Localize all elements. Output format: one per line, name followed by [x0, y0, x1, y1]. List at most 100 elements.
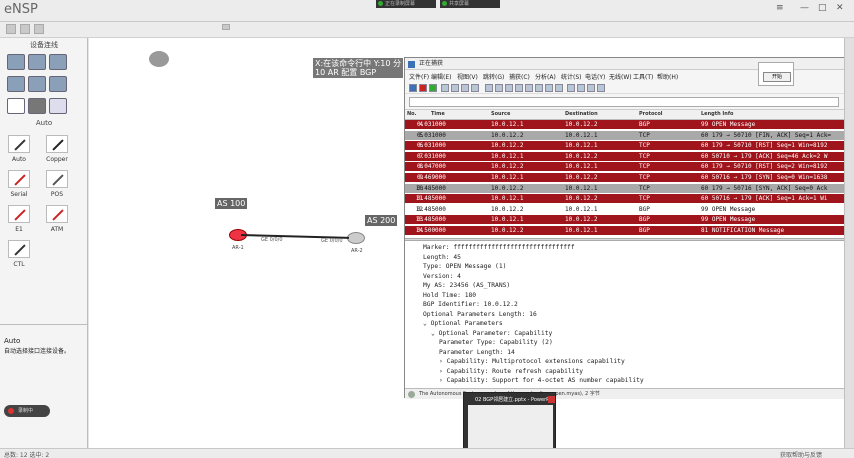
- firewall-category-icon[interactable]: [7, 76, 25, 92]
- cable-e1[interactable]: E1: [4, 205, 34, 233]
- canvas-annotation[interactable]: X:在该命令行中 Y:10 分 10 AR 配置 BGP: [313, 58, 403, 78]
- pc-category-icon[interactable]: [7, 98, 25, 114]
- packet-row[interactable]: 9 0.469000 10.0.12.1 10.0.12.2 TCP 60 50716 →…: [405, 173, 854, 182]
- pane-divider[interactable]: [405, 238, 854, 241]
- packet-row[interactable]: 12 0.485000 10.0.12.2 10.0.12.1 BGP 99 OPEN M…: [405, 204, 854, 214]
- terminal-category-icon[interactable]: [28, 76, 46, 92]
- menu-help[interactable]: 帮助(H): [657, 72, 678, 81]
- packet-row[interactable]: 6 0.031000 10.0.12.2 10.0.12.1 TCP 60 179 → 5…: [405, 141, 854, 151]
- other-category-icon[interactable]: [49, 76, 67, 92]
- restart-capture-icon[interactable]: [429, 84, 437, 92]
- recording-tab[interactable]: 正在录制屏幕: [376, 0, 436, 8]
- cable-pos[interactable]: POS: [42, 170, 72, 198]
- packet-row[interactable]: 13 0.485000 10.0.12.1 10.0.12.2 BGP 99 OPEN M…: [405, 215, 854, 225]
- go-to-packet-icon[interactable]: [515, 84, 523, 92]
- last-packet-icon[interactable]: [535, 84, 543, 92]
- reload-icon[interactable]: [471, 84, 479, 92]
- help-feedback-link[interactable]: 获取帮助与反馈: [780, 450, 822, 458]
- go-forward-icon[interactable]: [505, 84, 513, 92]
- column-header[interactable]: Length Info: [701, 111, 733, 117]
- packet-row[interactable]: 11 0.485000 10.0.12.1 10.0.12.2 TCP 60 50716 …: [405, 194, 854, 204]
- detail-line[interactable]: BGP Identifier: 10.0.12.2: [423, 301, 518, 308]
- packet-row[interactable]: 5 0.031000 10.0.12.2 10.0.12.1 TCP 60 179 → 5…: [405, 130, 854, 140]
- cable-ctl[interactable]: CTL: [4, 240, 34, 268]
- menu-edit[interactable]: 编辑(E): [431, 72, 451, 81]
- cable-serial[interactable]: Serial: [4, 170, 34, 198]
- detail-line[interactable]: Parameter Type: Capability (2): [439, 339, 553, 346]
- detail-line[interactable]: Parameter Length: 14: [439, 349, 515, 356]
- cable-auto[interactable]: Auto: [4, 135, 34, 163]
- detail-line[interactable]: Optional Parameters Length: 16: [423, 311, 537, 318]
- column-header[interactable]: Destination: [565, 111, 598, 117]
- cable-atm[interactable]: ATM: [42, 205, 72, 233]
- minimize-icon[interactable]: —: [800, 3, 809, 13]
- display-filter-input[interactable]: [409, 97, 839, 107]
- detail-line[interactable]: Type: OPEN Message (1): [423, 263, 506, 270]
- close-icon[interactable]: [548, 396, 555, 403]
- detail-line[interactable]: Hold Time: 180: [423, 292, 476, 299]
- find-packet-icon[interactable]: [485, 84, 493, 92]
- packet-row[interactable]: 10 0.485000 10.0.12.2 10.0.12.1 TCP 60 179 → …: [405, 183, 854, 193]
- menu-analyze[interactable]: 分析(A): [535, 72, 556, 81]
- resize-columns-icon[interactable]: [597, 84, 605, 92]
- collapse-icon[interactable]: [222, 24, 230, 30]
- go-back-icon[interactable]: [495, 84, 503, 92]
- packet-row[interactable]: 7 0.031000 10.0.12.1 10.0.12.2 TCP 60 50710 →…: [405, 151, 854, 161]
- right-scrollbar[interactable]: [844, 38, 854, 448]
- menu-capture[interactable]: 捕获(C): [509, 72, 530, 81]
- router-category-icon[interactable]: [7, 54, 25, 70]
- column-header[interactable]: Time: [431, 111, 445, 117]
- menu-icon[interactable]: ≡: [776, 3, 784, 13]
- menu-telephony[interactable]: 电话(Y): [585, 72, 605, 81]
- detail-line[interactable]: › Capability: Route refresh capability: [439, 368, 583, 375]
- cloud-category-icon[interactable]: [28, 98, 46, 114]
- save-icon[interactable]: [34, 24, 44, 34]
- packet-row[interactable]: 4 0.031000 10.0.12.1 10.0.12.2 BGP 99 OPEN Me…: [405, 120, 854, 129]
- as-label[interactable]: AS 200: [365, 215, 398, 226]
- start-button[interactable]: 开始: [763, 72, 791, 82]
- as-label[interactable]: AS 100: [215, 198, 248, 209]
- column-header[interactable]: No.: [407, 111, 417, 117]
- zoom-out-icon[interactable]: [577, 84, 585, 92]
- detail-line[interactable]: Version: 4: [423, 273, 461, 280]
- close-file-icon[interactable]: [461, 84, 469, 92]
- menu-view[interactable]: 视图(V): [457, 72, 478, 81]
- packet-row[interactable]: 8 0.047000 10.0.12.2 10.0.12.1 TCP 60 179 → 5…: [405, 162, 854, 172]
- column-header[interactable]: Protocol: [639, 111, 663, 117]
- recording-badge[interactable]: 录制中: [4, 405, 50, 417]
- colorize-icon[interactable]: [555, 84, 563, 92]
- menu-file[interactable]: 文件(F): [409, 72, 429, 81]
- normal-size-icon[interactable]: [587, 84, 595, 92]
- wlan-category-icon[interactable]: [49, 54, 67, 70]
- close-icon[interactable]: ✕: [836, 3, 844, 13]
- detail-line[interactable]: ⌄ Optional Parameters: [423, 320, 503, 327]
- detail-line[interactable]: › Capability: Multiprotocol extensions c…: [439, 358, 625, 365]
- first-packet-icon[interactable]: [525, 84, 533, 92]
- detail-line[interactable]: Length: 45: [423, 254, 461, 261]
- new-topology-icon[interactable]: [6, 24, 16, 34]
- column-header[interactable]: Source: [491, 111, 510, 117]
- share-tab[interactable]: 共享屏幕: [440, 0, 500, 8]
- open-file-icon[interactable]: [441, 84, 449, 92]
- start-capture-icon[interactable]: [409, 84, 417, 92]
- autoscroll-icon[interactable]: [545, 84, 553, 92]
- detail-line[interactable]: Marker: ffffffffffffffffffffffffffffffff: [423, 244, 575, 251]
- menu-statistics[interactable]: 统计(S): [561, 72, 582, 81]
- cable-copper[interactable]: Copper: [42, 135, 72, 163]
- detail-line[interactable]: › Capability: Support for 4-octet AS num…: [439, 377, 644, 384]
- zoom-in-icon[interactable]: [567, 84, 575, 92]
- menu-go[interactable]: 跳转(G): [483, 72, 504, 81]
- open-icon[interactable]: [20, 24, 30, 34]
- detail-line[interactable]: ⌄ Optional Parameter: Capability: [431, 330, 552, 337]
- switch-category-icon[interactable]: [28, 54, 46, 70]
- menu-wireless[interactable]: 无线(W): [609, 72, 632, 81]
- cable-category-icon[interactable]: [49, 98, 67, 114]
- maximize-icon[interactable]: □: [818, 3, 827, 13]
- save-file-icon[interactable]: [451, 84, 459, 92]
- packet-row[interactable]: 14 0.500000 10.0.12.2 10.0.12.1 BGP 81 NOTIFI…: [405, 226, 854, 235]
- detail-line[interactable]: My AS: 23456 (AS_TRANS): [423, 282, 510, 289]
- menu-tools[interactable]: 工具(T): [633, 72, 653, 81]
- cloud-icon[interactable]: [149, 51, 169, 67]
- router-icon[interactable]: [347, 232, 365, 244]
- stop-capture-icon[interactable]: [419, 84, 427, 92]
